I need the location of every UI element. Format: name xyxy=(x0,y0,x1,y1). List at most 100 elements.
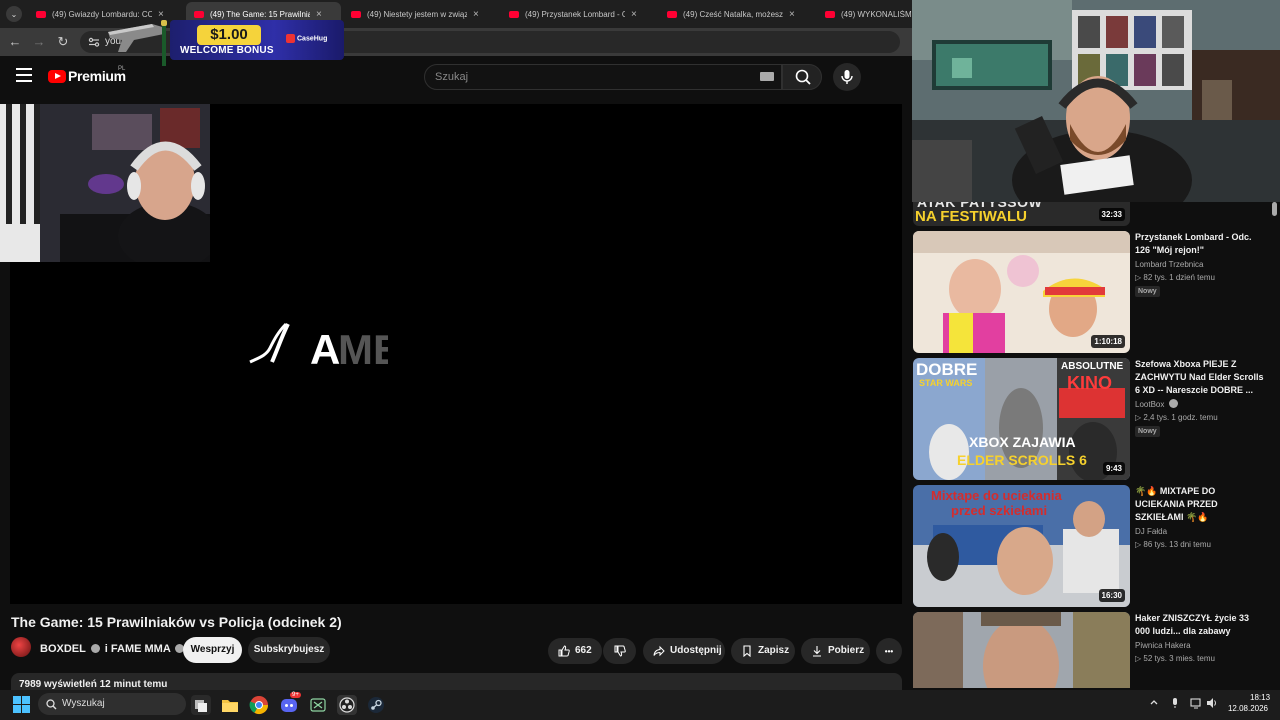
ad-bonus-text: WELCOME BONUS xyxy=(180,45,274,56)
video-thumbnail[interactable]: DOBRE STAR WARS ABSOLUTNE KINO XBOX ZAJA… xyxy=(913,358,1130,480)
channel-name-2[interactable]: FAME MMA xyxy=(111,643,170,655)
thumbnail-text: XBOX ZAJAWIA xyxy=(969,434,1076,450)
task-view-icon[interactable] xyxy=(191,695,211,715)
more-actions-button[interactable]: ••• xyxy=(876,638,902,664)
discord-logo-icon xyxy=(281,699,297,712)
obs-icon[interactable] xyxy=(337,695,357,715)
site-settings-icon[interactable] xyxy=(88,36,100,48)
region-code: PL xyxy=(118,66,126,72)
video-duration: 9:43 xyxy=(1102,462,1125,475)
youtube-favicon-icon xyxy=(351,10,361,18)
video-thumbnail[interactable] xyxy=(913,612,1130,688)
thumbnail-text: STAR WARS xyxy=(919,378,973,388)
back-arrow-icon[interactable]: ← xyxy=(7,34,23,49)
support-button[interactable]: Wesprzyj xyxy=(183,637,242,663)
ad-brand-logo: CaseHug xyxy=(286,34,327,43)
hamburger-menu-icon[interactable] xyxy=(16,68,32,84)
xbox-app-icon[interactable] xyxy=(308,695,328,715)
dislike-button[interactable] xyxy=(603,638,636,664)
browser-tab[interactable]: (49) Niestety jestem w związku × xyxy=(343,2,498,26)
thumbs-up-icon xyxy=(558,645,570,657)
thumbnail-text: ABSOLUTNE xyxy=(1061,361,1124,372)
recommended-video-title[interactable]: Haker ZNISZCZYŁ życie 33 000 ludzi... dl… xyxy=(1135,612,1265,638)
video-title: The Game: 15 Prawilniaków vs Policja (od… xyxy=(11,614,342,630)
like-button[interactable]: 662 xyxy=(548,638,602,664)
network-icon[interactable] xyxy=(1190,697,1202,709)
browser-tab[interactable]: (49) Cześć Natalka, możesz wy × xyxy=(659,2,814,26)
thumbnail-image xyxy=(913,612,1130,688)
discord-icon[interactable]: 9+ xyxy=(279,692,301,715)
thumbnail-text: KINO xyxy=(1067,373,1112,393)
chrome-icon[interactable] xyxy=(249,695,269,715)
save-label: Zapisz xyxy=(758,645,790,656)
windows-start-icon[interactable] xyxy=(13,696,30,713)
steam-icon[interactable] xyxy=(366,695,386,715)
thumbnail-text: DOBRE xyxy=(916,360,978,379)
fame-logo-letter: A xyxy=(310,326,340,368)
volume-icon[interactable] xyxy=(1206,697,1218,709)
streamer-webcam-right xyxy=(912,0,1280,202)
recommended-channel-name[interactable]: LootBox xyxy=(1135,399,1180,409)
chrome-logo-icon xyxy=(249,696,268,715)
youtube-favicon-icon xyxy=(667,10,677,18)
ad-amount: $1.00 xyxy=(197,25,261,45)
video-thumbnail[interactable]: ATAK PATYSSÓW NA FESTIWALU 32:33 xyxy=(913,202,1130,226)
browser-tab[interactable]: (49) Przystanek Lombard - Odc × xyxy=(501,2,656,26)
clock-time[interactable]: 18:13 xyxy=(1250,693,1270,702)
recommended-video-title[interactable]: Szefowa Xboxa PIEJE Z ZACHWYTU Nad Elder… xyxy=(1135,358,1265,397)
notification-badge: 9+ xyxy=(290,692,301,698)
file-explorer-icon[interactable] xyxy=(220,695,240,715)
tab-close-icon[interactable]: × xyxy=(631,9,637,20)
video-thumbnail[interactable]: Mixtape do uciekania przed szkiełami 16:… xyxy=(913,485,1130,607)
like-count: 662 xyxy=(575,645,592,656)
youtube-logo-icon[interactable] xyxy=(48,70,66,83)
youtube-favicon-icon xyxy=(509,10,519,18)
tab-close-icon[interactable]: × xyxy=(473,9,479,20)
channel-avatar[interactable] xyxy=(11,637,31,657)
verified-badge-icon xyxy=(90,643,100,653)
recommended-video-title[interactable]: Przystanek Lombard - Odc. 126 "Mój rejon… xyxy=(1135,231,1265,257)
steam-logo-icon xyxy=(368,697,384,713)
recommended-channel-name[interactable]: Lombard Trzebnica xyxy=(1135,260,1203,269)
recommended-video-meta: ▷ 86 tys. 13 dni temu xyxy=(1135,540,1211,549)
youtube-favicon-icon xyxy=(194,10,204,18)
voice-search-button[interactable] xyxy=(833,63,861,91)
taskbar-search-input[interactable]: Wyszukaj xyxy=(38,693,186,715)
microphone-icon[interactable] xyxy=(1170,697,1180,709)
xbox-logo-icon xyxy=(310,698,326,712)
save-button[interactable]: Zapisz xyxy=(731,638,795,664)
channel-name-1[interactable]: BOXDEL xyxy=(40,643,86,655)
download-button[interactable]: Pobierz xyxy=(801,638,870,664)
download-label: Pobierz xyxy=(828,645,865,656)
subscribed-button[interactable]: Subskrybujesz xyxy=(248,637,330,663)
recommended-channel-name[interactable]: DJ Fałda xyxy=(1135,527,1167,536)
keyboard-icon[interactable] xyxy=(760,72,774,81)
chevron-up-icon[interactable] xyxy=(1149,697,1159,707)
browser-tab[interactable]: (49) WYKONALIŚMY CH xyxy=(817,2,920,26)
channel-names[interactable]: BOXDEL i FAME MMA xyxy=(40,643,186,655)
tab-close-icon[interactable]: × xyxy=(316,9,322,20)
tab-close-icon[interactable]: × xyxy=(789,9,795,20)
recommended-channel-name[interactable]: Piwnica Hakera xyxy=(1135,641,1191,650)
youtube-favicon-icon xyxy=(36,10,46,18)
microphone-icon xyxy=(841,70,853,84)
search-button[interactable] xyxy=(782,64,822,90)
search-input[interactable]: Szukaj xyxy=(424,64,782,90)
recommended-video-title[interactable]: 🌴🔥 MIXTAPE DO UCIEKANIA PRZED SZKIEŁAMI … xyxy=(1135,485,1265,524)
forward-arrow-icon[interactable]: → xyxy=(31,34,47,49)
reload-icon[interactable]: ↻ xyxy=(55,34,71,50)
sidebar-scrollbar[interactable] xyxy=(1272,202,1277,216)
chevron-down-icon: ⌄ xyxy=(10,9,18,19)
new-badge: Nowy xyxy=(1135,286,1160,297)
verified-badge-icon xyxy=(1168,399,1178,409)
tab-search-menu-button[interactable]: ⌄ xyxy=(6,6,22,22)
download-icon xyxy=(813,646,821,657)
folder-icon xyxy=(222,700,238,712)
video-thumbnail[interactable]: 1:10:18 xyxy=(913,231,1130,353)
search-icon xyxy=(795,69,811,85)
tab-title: (49) Niestety jestem w związku xyxy=(367,9,467,19)
clock-date[interactable]: 12.08.2026 xyxy=(1226,704,1268,713)
taskbar-search-label: Wyszukaj xyxy=(62,698,105,709)
channel-joiner: i xyxy=(104,643,108,655)
share-button[interactable]: Udostępnij xyxy=(643,638,725,664)
